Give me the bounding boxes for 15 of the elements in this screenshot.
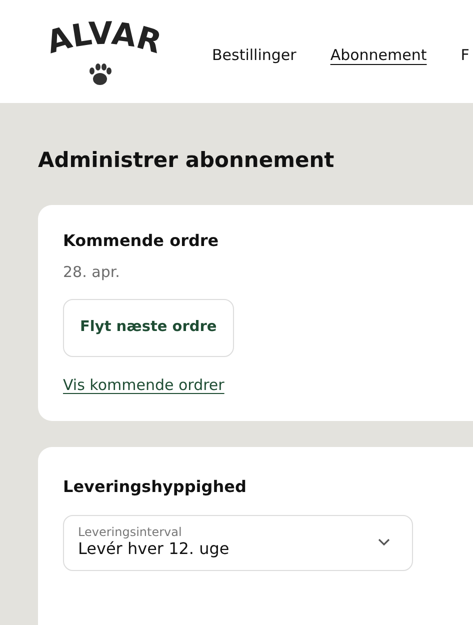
page-title: Administrer abonnement xyxy=(38,147,336,174)
card-title: Kommende ordre xyxy=(63,230,220,252)
logo-text[interactable]: ALVAR xyxy=(42,16,166,61)
card-title: Leveringshyppighed xyxy=(63,476,248,498)
field-value: Levér hver 12. uge xyxy=(78,539,230,560)
order-date: 28. apr. xyxy=(63,262,121,282)
select-field[interactable]: Leveringsinterval Levér hver 12. uge xyxy=(63,514,413,571)
move-order-button[interactable]: Flyt næste ordre xyxy=(63,299,234,357)
nav-link[interactable]: F xyxy=(460,44,470,67)
paw-icon xyxy=(90,63,112,84)
field-label: Leveringsinterval xyxy=(78,524,183,540)
nav-link[interactable]: Bestillinger xyxy=(212,44,296,67)
upcoming-orders-link[interactable]: Vis kommende ordrer xyxy=(63,376,224,394)
chevron-down-icon xyxy=(378,538,390,546)
nav-link[interactable]: Abonnement xyxy=(330,44,427,67)
